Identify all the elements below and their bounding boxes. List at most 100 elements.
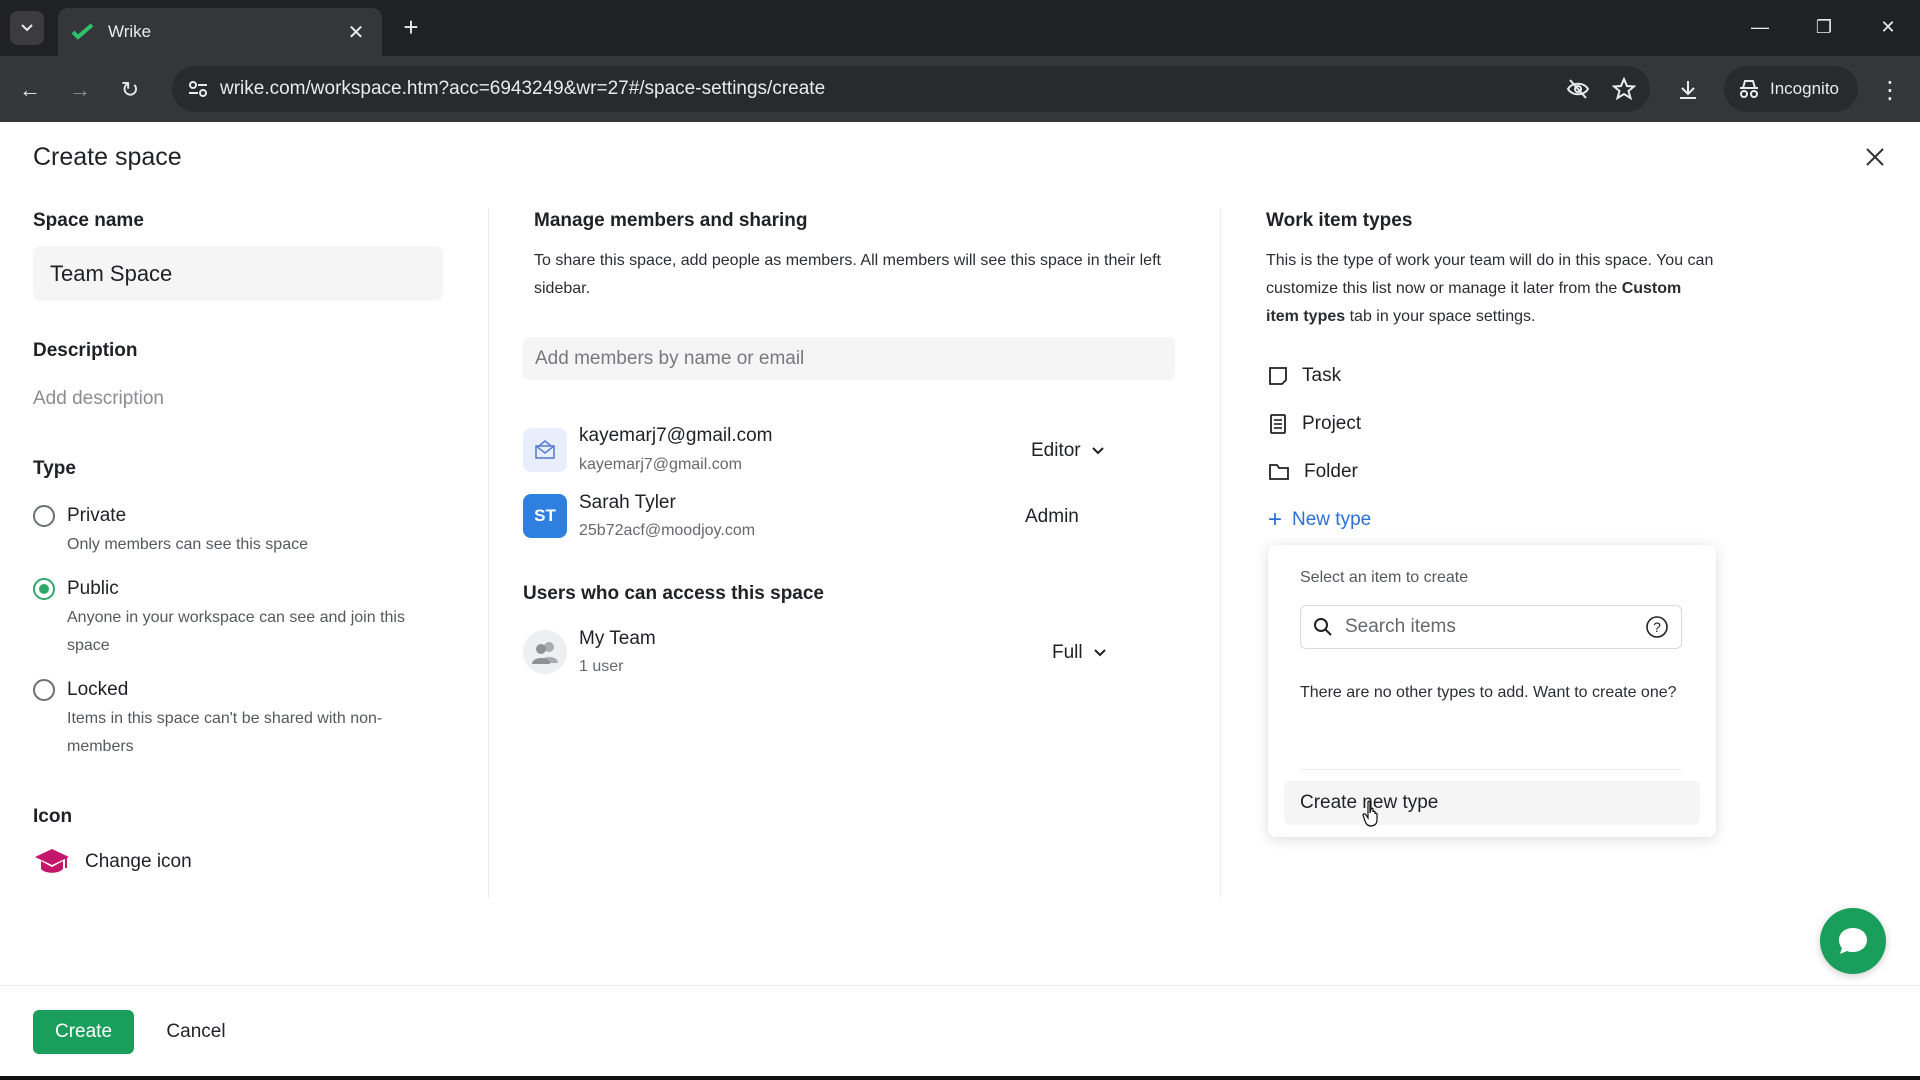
change-icon-button[interactable]: Change icon bbox=[33, 846, 192, 878]
work-types-title: Work item types bbox=[1266, 210, 1413, 231]
radio-private-desc: Only members can see this space bbox=[67, 536, 308, 553]
browser-tab[interactable]: Wrike ✕ bbox=[58, 8, 382, 56]
chat-bubble-icon bbox=[1839, 928, 1867, 954]
member-role-label: Editor bbox=[1031, 440, 1081, 461]
search-items-input[interactable] bbox=[1345, 616, 1645, 638]
members-title: Manage members and sharing bbox=[534, 210, 808, 231]
download-icon[interactable] bbox=[1670, 72, 1706, 108]
work-types-desc-text: tab in your space settings. bbox=[1349, 308, 1536, 325]
search-icon bbox=[1314, 618, 1332, 636]
radio-public-desc: Anyone in your workspace can see and joi… bbox=[67, 609, 405, 654]
create-new-type-button[interactable]: Create new type bbox=[1284, 781, 1700, 825]
incognito-icon bbox=[1740, 80, 1758, 98]
work-type-task[interactable]: Task bbox=[1268, 365, 1341, 387]
cancel-button[interactable]: Cancel bbox=[158, 1010, 234, 1054]
footer-divider bbox=[0, 985, 1920, 986]
chevron-down-icon bbox=[1093, 649, 1106, 657]
forward-icon[interactable]: → bbox=[62, 72, 98, 108]
work-type-folder[interactable]: Folder bbox=[1268, 461, 1358, 483]
chevron-down-icon bbox=[1091, 447, 1104, 455]
incognito-badge[interactable]: Incognito bbox=[1724, 66, 1858, 112]
space-name-input[interactable] bbox=[33, 246, 443, 301]
envelope-icon bbox=[535, 440, 555, 459]
member-name: Sarah Tyler bbox=[579, 492, 676, 513]
folder-icon bbox=[1269, 464, 1289, 480]
radio-locked[interactable] bbox=[33, 679, 55, 701]
chat-support-button[interactable] bbox=[1820, 908, 1886, 974]
bookmark-star-icon[interactable] bbox=[1604, 69, 1644, 109]
access-title: Users who can access this space bbox=[523, 583, 824, 604]
description-input[interactable] bbox=[33, 383, 333, 415]
browser-menu-icon[interactable]: ⋮ bbox=[1872, 72, 1908, 108]
email-avatar bbox=[523, 428, 567, 472]
dropdown-divider bbox=[1300, 769, 1682, 770]
site-info-icon[interactable] bbox=[186, 77, 210, 101]
type-label: Type bbox=[33, 458, 76, 479]
address-bar[interactable]: wrike.com/workspace.htm?acc=6943249&wr=2… bbox=[172, 66, 1650, 112]
window-close-icon[interactable]: ✕ bbox=[1868, 10, 1908, 44]
mouse-cursor-icon bbox=[1362, 800, 1378, 827]
radio-locked-label: Locked bbox=[67, 679, 129, 700]
member-role-dropdown[interactable]: Editor bbox=[1031, 440, 1105, 462]
page-title: Create space bbox=[33, 143, 182, 171]
eye-off-icon[interactable] bbox=[1558, 69, 1598, 109]
description-label: Description bbox=[33, 340, 138, 361]
back-icon[interactable]: ← bbox=[12, 72, 48, 108]
svg-text:?: ? bbox=[1653, 619, 1661, 635]
chevron-down-icon bbox=[21, 24, 33, 32]
radio-private-label: Private bbox=[67, 505, 127, 526]
team-name: My Team bbox=[579, 628, 656, 649]
change-icon-label: Change icon bbox=[85, 851, 192, 872]
browser-toolbar: ← → ↻ wrike.com/workspace.htm?acc=694324… bbox=[0, 56, 1920, 122]
create-type-dropdown: Select an item to create ? There are no … bbox=[1268, 545, 1716, 837]
tab-close-icon[interactable]: ✕ bbox=[344, 20, 368, 45]
work-type-project[interactable]: Project bbox=[1268, 413, 1361, 435]
radio-private[interactable] bbox=[33, 505, 55, 527]
bottom-edge bbox=[0, 1076, 1920, 1080]
team-access-label: Full bbox=[1052, 642, 1083, 663]
team-count: 1 user bbox=[579, 658, 624, 675]
members-description: To share this space, add people as membe… bbox=[534, 252, 1161, 297]
empty-types-message: There are no other types to add. Want to… bbox=[1300, 684, 1677, 701]
work-types-description: This is the type of work your team will … bbox=[1266, 247, 1716, 331]
work-type-label: Task bbox=[1302, 365, 1342, 386]
close-dialog-icon[interactable] bbox=[1860, 142, 1890, 172]
new-tab-button[interactable]: + bbox=[396, 12, 426, 42]
browser-tab-bar: Wrike ✕ + — ❐ ✕ bbox=[0, 0, 1920, 56]
minimize-icon[interactable]: — bbox=[1740, 10, 1780, 44]
url-text: wrike.com/workspace.htm?acc=6943249&wr=2… bbox=[220, 78, 826, 99]
team-avatar bbox=[523, 630, 567, 674]
help-icon[interactable]: ? bbox=[1645, 615, 1669, 639]
incognito-label: Incognito bbox=[1770, 79, 1839, 98]
member-email: 25b72acf@moodjoy.com bbox=[579, 522, 756, 539]
member-name: kayemarj7@gmail.com bbox=[579, 425, 773, 446]
member-role-label: Admin bbox=[1025, 506, 1079, 527]
icon-label: Icon bbox=[33, 806, 73, 827]
restore-icon[interactable]: ❐ bbox=[1804, 10, 1844, 44]
task-icon bbox=[1269, 367, 1287, 385]
wrike-logo-icon bbox=[72, 23, 94, 40]
member-email: kayemarj7@gmail.com bbox=[579, 456, 742, 473]
project-icon bbox=[1270, 414, 1286, 434]
create-button[interactable]: Create bbox=[33, 1010, 134, 1054]
reload-icon[interactable]: ↻ bbox=[112, 72, 148, 108]
space-name-label: Space name bbox=[33, 210, 144, 231]
work-type-label: Project bbox=[1302, 413, 1362, 434]
add-members-input[interactable] bbox=[523, 337, 1175, 380]
column-divider bbox=[1220, 208, 1221, 898]
radio-public-label: Public bbox=[67, 578, 119, 599]
tab-title: Wrike bbox=[108, 22, 152, 41]
users-icon bbox=[532, 642, 558, 664]
column-divider bbox=[488, 208, 489, 898]
new-type-label: New type bbox=[1292, 509, 1372, 530]
radio-public[interactable] bbox=[33, 578, 55, 600]
work-type-label: Folder bbox=[1304, 461, 1358, 482]
search-items-field[interactable]: ? bbox=[1300, 605, 1682, 649]
tab-search-button[interactable] bbox=[10, 11, 44, 45]
team-access-dropdown[interactable]: Full bbox=[1052, 642, 1107, 664]
new-type-button[interactable]: + New type bbox=[1268, 506, 1371, 534]
radio-locked-desc: Items in this space can't be shared with… bbox=[67, 710, 383, 755]
user-avatar: ST bbox=[523, 494, 567, 538]
plus-icon: + bbox=[1268, 506, 1283, 533]
dropdown-header: Select an item to create bbox=[1300, 569, 1469, 586]
